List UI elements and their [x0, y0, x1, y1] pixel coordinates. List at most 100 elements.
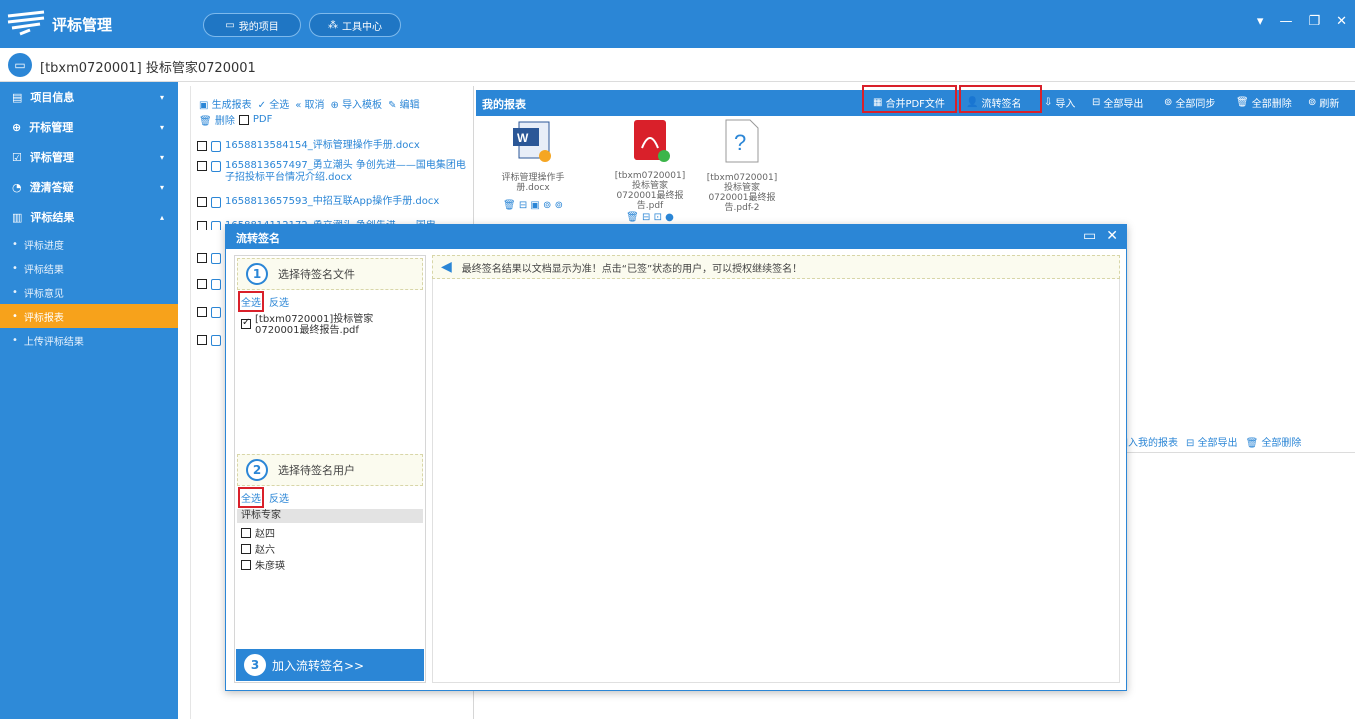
- edit-button[interactable]: ✎ 编辑: [388, 96, 420, 111]
- close-icon[interactable]: ✕: [1106, 228, 1118, 244]
- svg-text:W: W: [517, 131, 529, 145]
- file-checkbox[interactable]: [197, 141, 207, 151]
- export-all-button[interactable]: ⊟ 全部导出: [1092, 95, 1143, 110]
- select-all-users-link[interactable]: 全选: [238, 487, 264, 508]
- tools-icon: ⁂: [328, 19, 338, 31]
- step2-header: 2 选择待签名用户: [237, 454, 423, 486]
- list-item[interactable]: 1658813657497_勇立潮头 争创先进——国电集团电子招投标平台情况介绍…: [197, 160, 469, 184]
- sidebar-subitem-label: 评标进度: [23, 240, 64, 252]
- document-icon: [211, 161, 221, 172]
- refresh-label: 刷新: [1319, 99, 1340, 110]
- export-all-label: 全部导出: [1103, 99, 1144, 110]
- sidebar-item-project-info[interactable]: ▤ 项目信息 ▾: [0, 82, 178, 112]
- list-item[interactable]: 1658813584154_评标管理操作手册.docx: [197, 140, 469, 152]
- sign-file-checkbox[interactable]: [241, 317, 251, 329]
- file-checkbox[interactable]: [197, 335, 207, 345]
- add-to-report-button[interactable]: 加入我的报表: [1118, 434, 1178, 449]
- file-name: 1658813657497_勇立潮头 争创先进——国电集团电子招投标平台情况介绍…: [225, 160, 466, 183]
- file-actions[interactable]: 🗑 ⊟ ⊡ ●: [605, 213, 695, 223]
- delete-all-button[interactable]: 🗑 全部删除: [1236, 95, 1292, 110]
- sync-all-button[interactable]: ⊚ 全部同步: [1164, 95, 1215, 110]
- import-button[interactable]: ⇩ 导入: [1044, 95, 1075, 110]
- file-checkbox[interactable]: [197, 253, 207, 263]
- sidebar-item-result[interactable]: ▥ 评标结果 ▴: [0, 202, 178, 232]
- sidebar-item-label: 评标管理: [29, 151, 74, 164]
- file-select-links: 全选 反选: [238, 291, 289, 312]
- sidebar-item-clarify[interactable]: ◔ 澄清答疑 ▾: [0, 172, 178, 202]
- refresh-button[interactable]: ⊚ 刷新: [1308, 95, 1339, 110]
- app-logo-icon: [7, 10, 45, 36]
- select-all-files-link[interactable]: 全选: [238, 291, 264, 312]
- user-item[interactable]: 赵六: [241, 541, 275, 556]
- dialog-title: 流转签名: [236, 232, 280, 245]
- result-icon: ▥: [12, 210, 23, 224]
- import-template-button[interactable]: ⊕ 导入模板: [331, 96, 383, 111]
- notice-text: 最终签名结果以文档显示为准！点击“已签”状态的用户，可以授权继续签名！: [461, 263, 803, 275]
- restore-icon[interactable]: ❐: [1308, 14, 1320, 29]
- step1-number: 1: [246, 263, 268, 285]
- user-checkbox[interactable]: [241, 560, 251, 570]
- bullet-icon: •: [12, 334, 18, 346]
- document-icon: [211, 307, 221, 318]
- file-checkbox[interactable]: [197, 279, 207, 289]
- generate-report-button[interactable]: ▣ 生成报表: [199, 96, 252, 111]
- file-name: 1658813584154_评标管理操作手册.docx: [225, 140, 420, 151]
- divider: [1115, 452, 1355, 453]
- file-checkbox[interactable]: [197, 307, 207, 317]
- monitor-icon: ▭: [225, 19, 235, 31]
- megaphone-icon: ◀: [441, 259, 452, 275]
- export-all-bottom-button[interactable]: ⊟ 全部导出: [1186, 434, 1238, 449]
- maximize-icon[interactable]: ▭: [1083, 228, 1096, 244]
- file-checkbox[interactable]: [197, 161, 207, 171]
- sidebar-item-bid-open[interactable]: ⊕ 开标管理 ▾: [0, 112, 178, 142]
- project-info-icon: ▤: [12, 90, 23, 104]
- step1-label: 选择待签名文件: [278, 268, 355, 281]
- invert-files-link[interactable]: 反选: [269, 294, 289, 309]
- sign-file-item[interactable]: [tbxm0720001]投标管家0720001最终报告.pdf: [241, 314, 421, 336]
- delete-all-label: 全部删除: [1251, 99, 1292, 110]
- word-file-icon: W: [513, 121, 551, 162]
- close-icon[interactable]: ✕: [1336, 14, 1347, 29]
- project-bar: ▭ [tbxm0720001] 投标管家0720001: [0, 48, 1355, 82]
- file-checkbox[interactable]: [197, 197, 207, 207]
- signers-panel: [432, 255, 1120, 683]
- minimize-icon[interactable]: —: [1279, 14, 1292, 29]
- document-icon: [211, 197, 221, 208]
- add-transfer-sign-button[interactable]: 3 加入流转签名>>: [236, 649, 424, 681]
- bottom-actions: 加入我的报表 ⊟ 全部导出 🗑 全部删除: [1118, 432, 1355, 450]
- sidebar-item-evaluation[interactable]: ☑ 评标管理 ▾: [0, 142, 178, 172]
- invert-users-link[interactable]: 反选: [269, 490, 289, 505]
- tool-center-button[interactable]: ⁂ 工具中心: [309, 13, 401, 37]
- delete-all-bottom-button[interactable]: 🗑 全部删除: [1246, 434, 1302, 449]
- sidebar: ▤ 项目信息 ▾ ⊕ 开标管理 ▾ ☑ 评标管理 ▾ ◔ 澄清答疑 ▾ ▥ 评标…: [0, 82, 178, 719]
- sidebar-subitem-report[interactable]: • 评标报表: [0, 304, 178, 328]
- sign-file-name: [tbxm0720001]投标管家0720001最终报告.pdf: [255, 314, 374, 336]
- report-file-card[interactable]: ? [tbxm0720001]投标管家0720001最终报告.pdf-2: [697, 118, 787, 213]
- step2-label: 选择待签名用户: [278, 464, 355, 477]
- list-item[interactable]: 1658813657593_中招互联App操作手册.docx: [197, 196, 469, 208]
- select-all-button[interactable]: ✓ 全选: [258, 96, 290, 111]
- pdf-checkbox[interactable]: [238, 115, 249, 125]
- sidebar-subitem-upload[interactable]: • 上传评标结果: [0, 328, 178, 352]
- user-checkbox[interactable]: [241, 528, 251, 538]
- export-icon: ⊟: [1092, 97, 1101, 108]
- import-label: 导入: [1055, 99, 1076, 110]
- sidebar-subitem-progress[interactable]: • 评标进度: [0, 232, 178, 256]
- user-item[interactable]: 赵四: [241, 525, 275, 540]
- sidebar-subitem-opinion[interactable]: • 评标意见: [0, 280, 178, 304]
- bullet-icon: •: [12, 262, 18, 274]
- highlight-box: [959, 85, 1042, 113]
- user-group-header: 评标专家: [237, 509, 423, 523]
- dropdown-icon[interactable]: ▾: [1257, 14, 1264, 29]
- sidebar-subitem-result[interactable]: • 评标结果: [0, 256, 178, 280]
- cancel-button[interactable]: « 取消: [295, 96, 324, 111]
- user-item[interactable]: 朱彦瑛: [241, 557, 285, 572]
- delete-button[interactable]: 🗑 删除: [199, 112, 235, 127]
- chevron-down-icon: ▾: [159, 152, 164, 162]
- user-checkbox[interactable]: [241, 544, 251, 554]
- report-file-card[interactable]: W 评标管理操作手册.docx 🗑 ⊟ ▣ ⊚ ⊚: [488, 118, 578, 211]
- file-checkbox[interactable]: [197, 221, 207, 230]
- my-project-button[interactable]: ▭ 我的项目: [203, 13, 301, 37]
- report-file-card[interactable]: [tbxm0720001]投标管家0720001最终报告.pdf 🗑 ⊟ ⊡ ●: [605, 118, 695, 223]
- file-actions[interactable]: 🗑 ⊟ ▣ ⊚ ⊚: [488, 201, 578, 211]
